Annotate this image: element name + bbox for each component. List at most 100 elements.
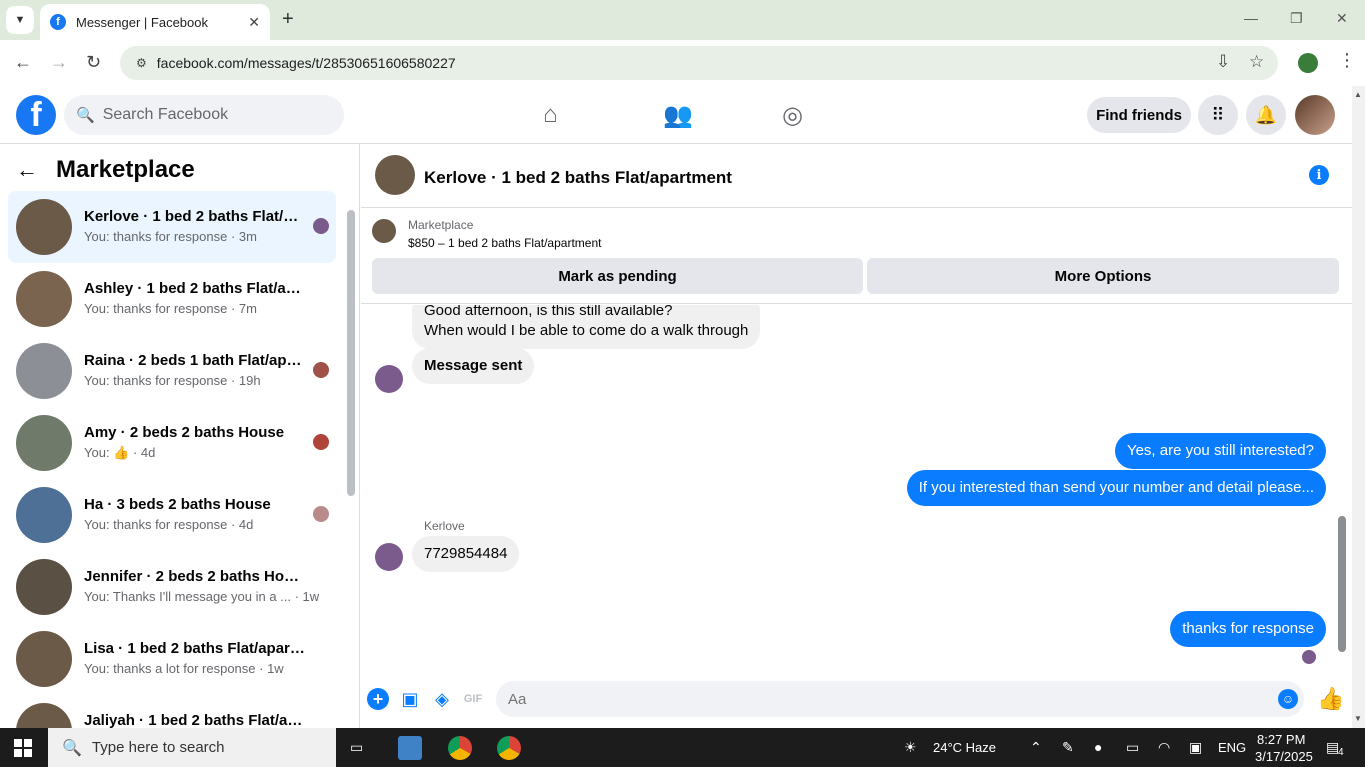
- browser-tab-messenger[interactable]: f Messenger | Facebook ✕: [40, 4, 270, 40]
- conversation-item[interactable]: Lisa · 1 bed 2 baths Flat/apartment You:…: [8, 623, 336, 695]
- conversation-item[interactable]: Raina · 2 beds 1 bath Flat/apartment You…: [8, 335, 336, 407]
- camera-icon[interactable]: ▣: [1189, 739, 1202, 756]
- windows-start-icon[interactable]: [14, 739, 32, 757]
- taskbar-search[interactable]: 🔍 Type here to search: [48, 728, 336, 767]
- read-receipt-avatar: [1302, 650, 1316, 664]
- conversation-last-message: You: thanks for response · 3m: [84, 229, 257, 244]
- weather-text[interactable]: 24°C Haze: [933, 740, 996, 755]
- sender-name: Kerlove: [424, 519, 465, 533]
- conversation-item[interactable]: Ha · 3 beds 2 baths House You: thanks fo…: [8, 479, 336, 551]
- window-close-button[interactable]: ✕: [1336, 10, 1348, 27]
- conversation-name: Jaliyah · 1 bed 2 baths Flat/apartment: [84, 712, 306, 728]
- back-arrow-icon[interactable]: ←: [14, 52, 32, 73]
- sender-avatar[interactable]: [375, 543, 403, 571]
- sidebar-scrollbar[interactable]: [347, 210, 355, 496]
- search-facebook-input[interactable]: 🔍 Search Facebook: [64, 95, 344, 135]
- minimize-button[interactable]: —: [1244, 10, 1258, 26]
- photo-icon[interactable]: ▣: [399, 688, 421, 710]
- search-placeholder: Search Facebook: [102, 106, 229, 123]
- wifi-icon[interactable]: ◠: [1158, 739, 1170, 756]
- pen-icon[interactable]: ✎: [1062, 739, 1074, 756]
- message-input[interactable]: [496, 681, 1304, 717]
- scroll-down-icon[interactable]: ▼: [1354, 714, 1362, 723]
- listing-source: Marketplace: [408, 218, 474, 232]
- tab-search-button[interactable]: ▼: [6, 6, 34, 34]
- conversation-name: Jennifer · 2 beds 2 baths House: [84, 568, 306, 585]
- info-icon[interactable]: i: [1309, 165, 1329, 185]
- more-options-button[interactable]: More Options: [867, 258, 1339, 294]
- install-app-icon[interactable]: ⇩: [1216, 52, 1230, 72]
- chat-avatar[interactable]: [375, 155, 415, 195]
- notification-count: 4: [1338, 747, 1344, 758]
- tab-close-icon[interactable]: ✕: [248, 14, 260, 31]
- conversation-name: Kerlove · 1 bed 2 baths Flat/apartment: [84, 208, 306, 225]
- clock-date[interactable]: 3/17/2025: [1255, 749, 1313, 764]
- conversation-item[interactable]: Jaliyah · 1 bed 2 baths Flat/apartment: [8, 695, 336, 728]
- conversation-item[interactable]: Amy · 2 beds 2 baths House You: 👍 · 4d: [8, 407, 336, 479]
- listing-thumbnail: [16, 559, 72, 615]
- new-tab-button[interactable]: +: [282, 8, 294, 31]
- conversation-last-message: You: thanks a lot for response · 1w: [84, 661, 284, 676]
- conversation-last-message: You: 👍 · 4d: [84, 445, 156, 460]
- listing-thumbnail: [16, 487, 72, 543]
- sender-avatar[interactable]: [375, 365, 403, 393]
- listing-thumbnail: [16, 271, 72, 327]
- groups-icon[interactable]: ◎: [782, 101, 803, 130]
- address-bar[interactable]: ⚙ facebook.com/messages/t/28530651606580…: [120, 46, 1278, 80]
- back-arrow-icon[interactable]: ←: [16, 157, 38, 183]
- thumbs-up-icon[interactable]: 👍: [1317, 686, 1344, 712]
- tab-title: Messenger | Facebook: [76, 14, 208, 30]
- browser-menu-icon[interactable]: ⋮: [1338, 50, 1356, 71]
- weather-icon[interactable]: ☀: [904, 739, 917, 756]
- chat-title[interactable]: Kerlove · 1 bed 2 baths Flat/apartment: [424, 168, 732, 188]
- conversation-name: Lisa · 1 bed 2 baths Flat/apartment: [84, 640, 306, 657]
- marketplace-conversation-list: ← Marketplace Kerlove · 1 bed 2 baths Fl…: [0, 144, 360, 728]
- conversation-item[interactable]: Kerlove · 1 bed 2 baths Flat/apartment Y…: [8, 191, 336, 263]
- message-thread: Good afternoon, is this still available?…: [361, 305, 1352, 670]
- site-info-icon[interactable]: ⚙: [136, 56, 147, 70]
- chat-scrollbar[interactable]: [1338, 516, 1346, 652]
- clock-time[interactable]: 8:27 PM: [1257, 732, 1305, 747]
- listing-thumbnail: [16, 415, 72, 471]
- friends-icon[interactable]: 👥: [663, 101, 693, 130]
- conversation-item[interactable]: Ashley · 1 bed 2 baths Flat/apartment Yo…: [8, 263, 336, 335]
- message-bubble-outgoing: thanks for response: [1170, 611, 1326, 647]
- battery-icon[interactable]: ▭: [1126, 739, 1139, 756]
- facebook-favicon-icon: f: [50, 14, 66, 30]
- task-view-icon[interactable]: ▭: [350, 739, 363, 756]
- mark-as-pending-button[interactable]: Mark as pending: [372, 258, 863, 294]
- language-indicator[interactable]: ENG: [1218, 740, 1246, 755]
- gif-icon[interactable]: GIF: [462, 688, 484, 710]
- chrome-active-icon[interactable]: [497, 736, 521, 760]
- file-explorer-icon[interactable]: [398, 736, 422, 760]
- listing-thumbnail[interactable]: [372, 219, 396, 243]
- reload-icon[interactable]: ↻: [86, 52, 101, 73]
- browser-profile-icon[interactable]: [1298, 53, 1318, 73]
- message-bubble-outgoing: If you interested than send your number …: [906, 470, 1326, 506]
- home-icon[interactable]: ⌂: [543, 101, 558, 129]
- find-friends-button[interactable]: Find friends: [1087, 97, 1191, 133]
- menu-grid-icon[interactable]: ⠿: [1198, 95, 1238, 135]
- message-text: When would I be able to come do a walk t…: [424, 322, 749, 339]
- restore-button[interactable]: ❐: [1290, 10, 1303, 27]
- chrome-icon[interactable]: [448, 736, 472, 760]
- conversation-name: Amy · 2 beds 2 baths House: [84, 424, 285, 441]
- page-scrollbar[interactable]: ▲ ▼: [1352, 86, 1365, 728]
- account-avatar[interactable]: [1295, 95, 1335, 135]
- emoji-icon[interactable]: ☺: [1278, 689, 1298, 709]
- conversation-name: Ashley · 1 bed 2 baths Flat/apartment: [84, 280, 306, 297]
- scroll-up-icon[interactable]: ▲: [1354, 90, 1362, 99]
- bookmark-star-icon[interactable]: ☆: [1249, 52, 1264, 72]
- participant-avatar: [313, 434, 329, 450]
- listing-price[interactable]: $850 – 1 bed 2 baths Flat/apartment: [408, 236, 601, 250]
- notifications-bell-icon[interactable]: 🔔: [1246, 95, 1286, 135]
- facebook-logo-icon[interactable]: f: [16, 95, 56, 135]
- chevron-up-icon[interactable]: ⌃: [1030, 739, 1042, 756]
- conversation-item[interactable]: Jennifer · 2 beds 2 baths House You: Tha…: [8, 551, 336, 623]
- plus-icon[interactable]: +: [367, 688, 389, 710]
- forward-arrow-icon[interactable]: →: [50, 52, 68, 73]
- chevron-down-icon: ▼: [14, 14, 26, 26]
- sticker-icon[interactable]: ◈: [431, 688, 453, 710]
- app-tray-icon[interactable]: ●: [1094, 739, 1102, 755]
- conversation-last-message: You: thanks for response · 19h: [84, 373, 261, 388]
